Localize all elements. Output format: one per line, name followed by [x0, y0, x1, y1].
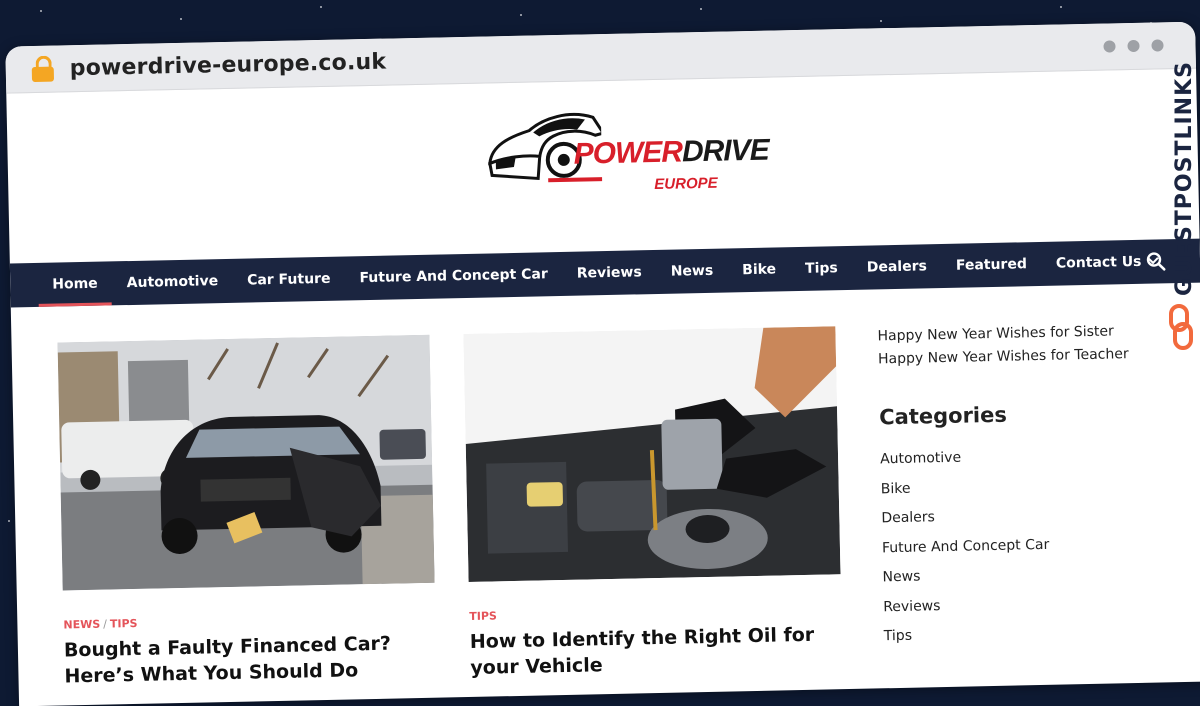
nav-item-dealers[interactable]: Dealers: [866, 244, 927, 289]
nav-item-contact-us-label: Contact Us: [1055, 253, 1142, 272]
window-dot-icon[interactable]: [1127, 39, 1140, 53]
guestpostlinks-watermark: GUESTPOSTLINKS: [1164, 56, 1200, 356]
post-card[interactable]: TIPS How to Identify the Right Oil for y…: [463, 326, 842, 681]
post-title[interactable]: Bought a Faulty Financed Car? Here’s Wha…: [64, 630, 437, 690]
browser-window: powerdrive-europe.co.uk POWERDRIVE EUROP…: [5, 21, 1200, 706]
nav-item-tips[interactable]: Tips: [805, 246, 839, 291]
category-link-news[interactable]: NEWS: [63, 618, 100, 632]
site-logo[interactable]: POWERDRIVE EUROPE: [481, 97, 769, 202]
window-dot-icon[interactable]: [1103, 40, 1116, 53]
post-categories: NEWS / TIPS: [63, 616, 138, 632]
watermark-text: GUESTPOSTLINKS: [1172, 61, 1197, 296]
recent-posts-list: Happy New Year Wishes for Sister Happy N…: [877, 320, 1138, 371]
logo-word-europe: EUROPE: [654, 174, 718, 194]
category-link-tips[interactable]: TIPS: [469, 609, 497, 623]
nav-item-bike[interactable]: Bike: [742, 247, 777, 292]
web-page: POWERDRIVE EUROPE Home Automotive Car Fu…: [6, 69, 1200, 706]
nav-item-reviews[interactable]: Reviews: [576, 250, 642, 295]
logo-wordmark: POWERDRIVE: [573, 134, 769, 172]
url-text[interactable]: powerdrive-europe.co.uk: [69, 49, 386, 81]
nav-item-automotive[interactable]: Automotive: [126, 259, 219, 305]
category-link-tips[interactable]: TIPS: [110, 617, 138, 631]
categories-heading: Categories: [878, 402, 1008, 430]
categories-list: Automotive Bike Dealers Future And Conce…: [880, 440, 1144, 652]
logo-word-power: POWER: [573, 135, 683, 171]
category-link-tips[interactable]: Tips: [884, 617, 1145, 652]
post-title[interactable]: How to Identify the Right Oil for your V…: [470, 621, 843, 681]
logo-word-drive: DRIVE: [681, 133, 770, 169]
nav-item-home[interactable]: Home: [52, 262, 98, 307]
lock-icon: [31, 55, 55, 83]
chain-link-icon: [1169, 304, 1193, 350]
recent-post-link[interactable]: Happy New Year Wishes for Teacher: [878, 343, 1138, 371]
window-dot-icon[interactable]: [1151, 39, 1164, 52]
nav-item-featured[interactable]: Featured: [955, 242, 1027, 287]
nav-item-news[interactable]: News: [670, 249, 714, 294]
sidebar: Happy New Year Wishes for Sister Happy N…: [877, 320, 1144, 652]
window-controls: [1103, 39, 1164, 53]
post-card[interactable]: NEWS / TIPS Bought a Faulty Financed Car? …: [57, 334, 437, 690]
main-navigation: Home Automotive Car Future Future And Co…: [9, 238, 1200, 308]
post-image-engine-oil[interactable]: [463, 326, 841, 582]
post-image-wrecked-car[interactable]: [57, 334, 435, 591]
nav-item-contact-us[interactable]: Contact Us: [1055, 239, 1160, 285]
nav-item-car-future[interactable]: Car Future: [247, 257, 331, 303]
nav-item-future-and-concept-car[interactable]: Future And Concept Car: [359, 252, 548, 300]
post-categories: TIPS: [469, 602, 841, 623]
